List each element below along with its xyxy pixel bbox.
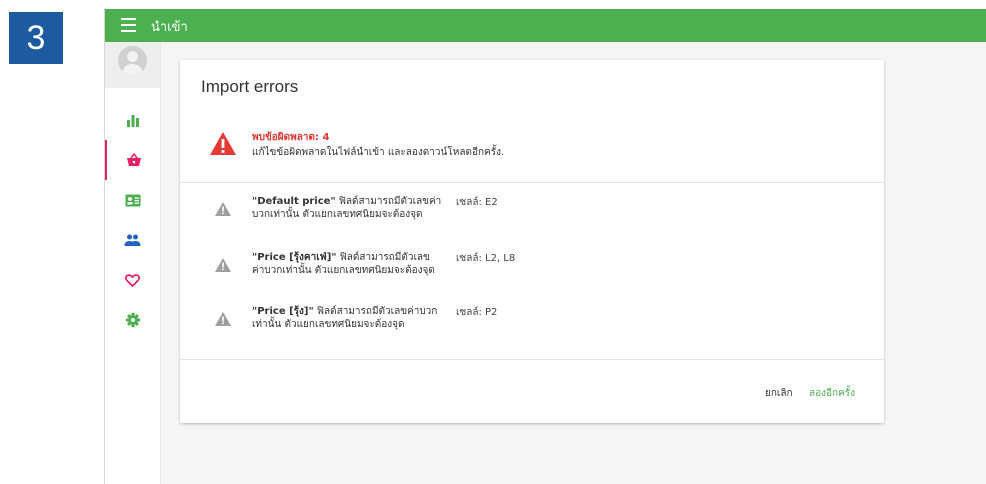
warning-icon [215,202,231,216]
dialog-title: Import errors [201,77,299,96]
error-cell: เซลล์: E2 [456,197,498,208]
sidebar-item-statistics[interactable] [105,100,160,140]
sidebar [105,42,161,484]
sidebar-item-favorites[interactable] [105,260,160,300]
page-title: นำเข้า [151,20,188,35]
sidebar-item-contacts[interactable] [105,180,160,220]
contact-card-icon [125,194,140,206]
avatar[interactable] [118,46,147,75]
error-row: "Price [รุ้งคาเฟ่]" ฟิลด์สามารถมีตัวเลขค… [180,251,884,301]
error-message: "Price [รุ้ง]" ฟิลด์สามารถมีตัวเลขค่าบวก… [252,305,442,331]
sidebar-item-customers[interactable] [105,220,160,260]
error-field-name: "Default price" [252,196,336,207]
app-window: นำเข้า Import errors พบข้อผิดพลาด: 4 แก้… [104,9,986,484]
import-errors-dialog: Import errors พบข้อผิดพลาด: 4 แก้ไขข้อผิ… [180,60,884,423]
error-cell: เซลล์: P2 [456,307,498,318]
top-app-bar: นำเข้า [105,9,986,42]
warning-icon [215,312,231,326]
heart-icon [125,273,140,287]
error-cell: เซลล์: L2, L8 [456,253,516,264]
error-warning-icon [210,132,236,155]
sidebar-item-settings[interactable] [105,300,160,340]
retry-button[interactable]: ลองอีกครั้ง [809,386,855,401]
step-number-badge: 3 [9,12,63,64]
error-message: "Price [รุ้งคาเฟ่]" ฟิลด์สามารถมีตัวเลขค… [252,251,442,277]
error-help-text: แก้ไขข้อผิดพลาดในไฟล์นำเข้า และลองดาวน์โ… [252,147,505,158]
avatar-area [105,42,160,88]
warning-icon [215,258,231,272]
error-count: พบข้อผิดพลาด: 4 [252,132,330,143]
menu-icon[interactable] [121,18,136,32]
error-field-name: "Price [รุ้ง]" [252,306,314,317]
divider [180,359,884,360]
error-field-name: "Price [รุ้งคาเฟ่]" [252,252,337,263]
error-message: "Default price" ฟิลด์สามารถมีตัวเลขค่าบว… [252,195,442,221]
cancel-button[interactable]: ยกเลิก [765,386,793,401]
error-row: "Price [รุ้ง]" ฟิลด์สามารถมีตัวเลขค่าบวก… [180,305,884,355]
sidebar-item-products[interactable] [105,140,160,180]
gear-icon [125,313,140,327]
people-icon [124,234,141,246]
basket-icon [126,153,141,166]
divider [180,182,884,183]
bar-chart-icon [126,115,139,127]
error-row: "Default price" ฟิลด์สามารถมีตัวเลขค่าบว… [180,195,884,245]
